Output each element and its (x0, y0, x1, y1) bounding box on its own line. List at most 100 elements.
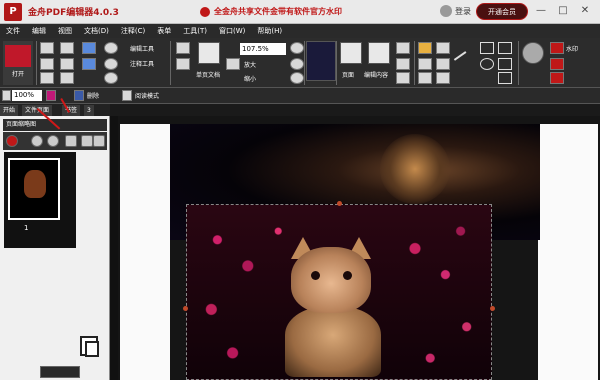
arrow-tool-icon[interactable] (498, 72, 512, 84)
copy-pages-icon[interactable] (80, 336, 99, 357)
attach-icon[interactable] (396, 72, 410, 84)
menu-help[interactable]: 帮助(H) (251, 24, 288, 38)
promo-dot-icon (200, 6, 210, 17)
selected-image[interactable] (186, 204, 492, 380)
zoom-tool-icon[interactable] (104, 72, 118, 84)
page-icon[interactable] (176, 42, 190, 54)
watermark-icon[interactable] (550, 42, 564, 54)
cloud-tool-icon[interactable] (498, 58, 512, 70)
insert-icon[interactable] (81, 135, 93, 147)
polygon-tool-icon[interactable] (498, 42, 512, 54)
menu-edit[interactable]: 编辑 (26, 24, 52, 38)
stamp-icon[interactable] (418, 72, 432, 84)
shrink-button[interactable]: 缩小 (244, 74, 256, 83)
hand-icon[interactable] (104, 42, 118, 54)
comment-tool[interactable]: 注释工具 (130, 59, 154, 68)
cat-fur-image (380, 134, 450, 204)
divider (170, 41, 171, 85)
promo-text: 全金舟共享文件金带有软件官方水印 (214, 7, 342, 16)
undo-icon[interactable] (82, 42, 96, 54)
menu-window[interactable]: 窗口(W) (213, 24, 251, 38)
print-icon[interactable] (40, 58, 54, 70)
resize-handle-top[interactable] (337, 201, 342, 206)
read-mode-icon[interactable] (122, 90, 132, 101)
enlarge-button[interactable]: 放大 (244, 60, 256, 69)
edit-content-label: 编辑内容 (364, 72, 389, 79)
redo-icon[interactable] (82, 58, 96, 70)
extract-icon[interactable] (93, 135, 105, 147)
line-tool-icon[interactable] (453, 51, 473, 69)
settings-icon[interactable] (6, 135, 18, 147)
tab-count[interactable]: 3 (84, 105, 94, 116)
menu-tools[interactable]: 工具(T) (177, 24, 213, 38)
resize-handle-right[interactable] (490, 306, 495, 311)
login-button[interactable]: 登录 (440, 5, 471, 17)
divider (336, 41, 337, 85)
note-icon[interactable] (436, 42, 450, 54)
zoom-select[interactable]: 100% (12, 90, 42, 101)
page-margin-left (120, 124, 170, 380)
edit-content-icon[interactable] (368, 42, 390, 64)
single-page-label: 单页文档 (196, 72, 221, 79)
login-label: 登录 (455, 6, 471, 16)
header-footer-icon[interactable] (550, 58, 564, 70)
thumbnail-panel: 页面缩略图 1 (0, 116, 110, 380)
background-icon[interactable] (550, 72, 564, 84)
page-thumbnail[interactable] (8, 158, 60, 220)
page-preview-icon[interactable] (306, 41, 336, 81)
text-icon[interactable] (418, 42, 432, 54)
rotate-back-icon[interactable] (290, 72, 304, 84)
link-icon[interactable] (396, 58, 410, 70)
color-icon[interactable] (46, 90, 56, 101)
menu-form[interactable]: 表单 (151, 24, 177, 38)
print-big-icon[interactable] (340, 42, 362, 64)
promo-banner[interactable]: 全金舟共享文件金带有软件官方水印 (200, 6, 342, 17)
user-stamp-icon[interactable] (522, 42, 544, 64)
divider (304, 41, 305, 85)
close-button[interactable]: ✕ (578, 4, 592, 18)
menu-view[interactable]: 视图 (52, 24, 78, 38)
document-canvas[interactable] (118, 116, 600, 380)
title-bar: P 金舟PDF编辑器4.0.3 全金舟共享文件金带有软件官方水印 登录 开通会员… (0, 0, 600, 24)
typewriter-icon[interactable] (418, 58, 432, 70)
splitter-handle[interactable] (110, 116, 118, 380)
rotate-icon[interactable] (290, 58, 304, 70)
resize-handle-left[interactable] (183, 306, 188, 311)
thumbnail-image (24, 170, 46, 198)
page-small-icon[interactable] (2, 90, 11, 101)
home-icon[interactable] (60, 72, 74, 84)
upgrade-button[interactable]: 开通会员 (476, 3, 528, 20)
zoom-combo[interactable]: 107.5% (240, 43, 286, 55)
read-mode-label[interactable]: 阅读模式 (135, 91, 159, 100)
maximize-button[interactable]: □ (556, 4, 570, 18)
zoom-in-icon[interactable] (47, 135, 59, 147)
select-icon[interactable] (104, 58, 118, 70)
oval-tool-icon[interactable] (480, 58, 494, 70)
page-number: 1 (24, 224, 29, 232)
menu-comment[interactable]: 注释(C) (115, 24, 151, 38)
edit-text-tool[interactable]: 编辑工具 (130, 44, 154, 53)
zoom-out-icon[interactable] (31, 135, 43, 147)
single-page-icon[interactable] (198, 42, 220, 64)
page-margin-right (538, 124, 598, 380)
page-icon[interactable] (176, 58, 190, 70)
new-doc-icon[interactable] (40, 72, 54, 84)
page-size-icon[interactable] (226, 58, 240, 70)
page-thumbnail-item[interactable]: 1 (4, 152, 76, 248)
open-file-button[interactable]: 打开 (3, 41, 33, 85)
scan-icon[interactable] (60, 58, 74, 70)
tab-start[interactable]: 开始 (0, 105, 19, 116)
delete-page-icon[interactable] (74, 90, 84, 101)
zoom-in-icon[interactable] (290, 42, 304, 54)
delete-icon[interactable] (65, 135, 77, 147)
menu-file[interactable]: 文件 (0, 24, 26, 38)
pen-icon[interactable] (436, 72, 450, 84)
mail-icon[interactable] (60, 42, 74, 54)
delete-label[interactable]: 删除 (87, 91, 99, 100)
image-icon[interactable] (396, 42, 410, 54)
highlight-icon[interactable] (436, 58, 450, 70)
save-icon[interactable] (40, 42, 54, 54)
minimize-button[interactable]: — (534, 4, 548, 18)
rectangle-tool-icon[interactable] (480, 42, 494, 54)
menu-document[interactable]: 文档(D) (78, 24, 115, 38)
